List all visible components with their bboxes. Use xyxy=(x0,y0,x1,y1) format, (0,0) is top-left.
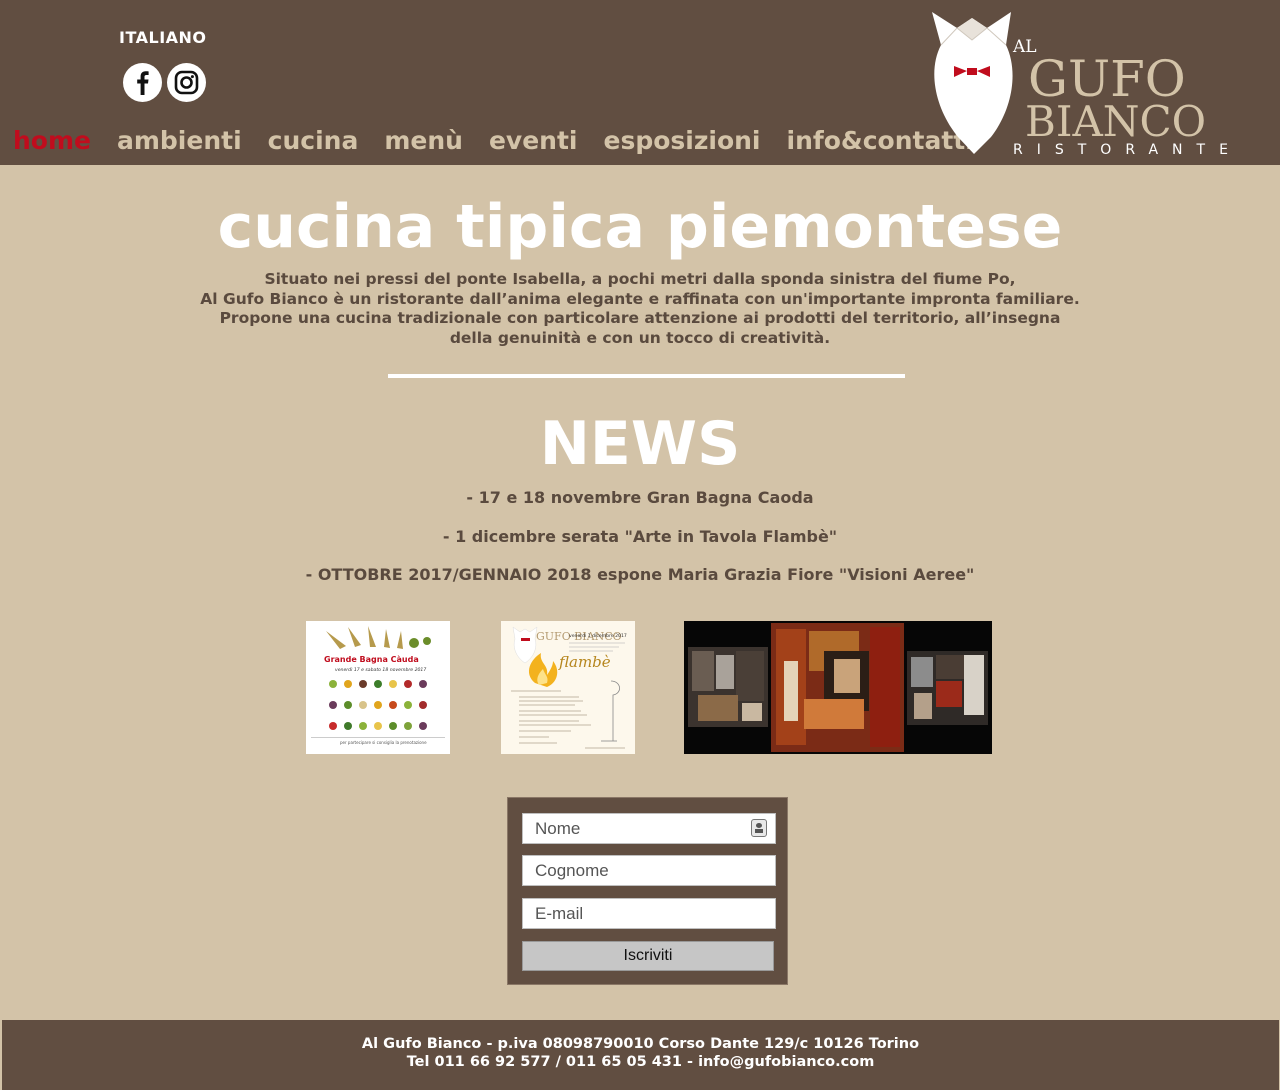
svg-text:per partecipare si consiglia l: per partecipare si consiglia la prenotaz… xyxy=(340,740,427,745)
news-thumbnail-bagna-cauda[interactable]: Grande Bagna Càuda venerdì 17 e sabato 1… xyxy=(306,621,450,754)
footer-contacts[interactable]: Tel 011 66 92 577 / 011 65 05 431 - info… xyxy=(2,1053,1279,1071)
contact-card-icon[interactable] xyxy=(751,819,767,837)
news-thumbnail-flambe[interactable]: GUFO BIANCO venerdì 1 dicembre 2017 flam… xyxy=(501,621,635,754)
email-input[interactable]: E-mail xyxy=(522,898,776,929)
nav-item-home[interactable]: home xyxy=(13,126,91,155)
intro-text: Situato nei pressi del ponte Isabella, a… xyxy=(200,270,1080,347)
nav-item-cucina[interactable]: cucina xyxy=(268,126,359,155)
site-logo[interactable]: AL GUFO BIANCO RISTORANTE xyxy=(927,10,1277,160)
news-item[interactable]: - OTTOBRE 2017/GENNAIO 2018 espone Maria… xyxy=(0,564,1280,603)
main-nav: home ambienti cucina menù eventi esposiz… xyxy=(13,126,1000,155)
page-title: cucina tipica piemontese xyxy=(217,192,1063,262)
news-title: NEWS xyxy=(539,409,741,479)
nav-item-menu[interactable]: menù xyxy=(384,126,463,155)
svg-text:venerdì 17 e sabato 18 novembr: venerdì 17 e sabato 18 novembre 2017 xyxy=(335,666,426,673)
language-selector[interactable]: ITALIANO xyxy=(119,28,207,47)
news-item[interactable]: - 17 e 18 novembre Gran Bagna Caoda xyxy=(0,487,1280,526)
cognome-input[interactable]: Cognome xyxy=(522,855,776,886)
svg-text:flambè: flambè xyxy=(558,653,611,671)
newsletter-form: Nome Cognome E-mail Iscriviti xyxy=(507,797,788,985)
subscribe-button[interactable]: Iscriviti xyxy=(522,941,774,971)
site-footer: Al Gufo Bianco - p.iva 08098790010 Corso… xyxy=(2,1020,1279,1090)
svg-text:RISTORANTE: RISTORANTE xyxy=(1013,142,1242,158)
nome-input[interactable]: Nome xyxy=(522,813,776,844)
footer-address: Al Gufo Bianco - p.iva 08098790010 Corso… xyxy=(361,1036,920,1052)
svg-text:Grande Bagna Càuda: Grande Bagna Càuda xyxy=(324,655,419,664)
nav-item-esposizioni[interactable]: esposizioni xyxy=(603,126,760,155)
svg-text:venerdì 1 dicembre 2017: venerdì 1 dicembre 2017 xyxy=(569,632,627,639)
nav-item-eventi[interactable]: eventi xyxy=(489,126,578,155)
instagram-icon[interactable] xyxy=(167,63,206,102)
section-divider xyxy=(388,374,905,378)
site-header: ITALIANO home ambienti cucina menù event… xyxy=(0,0,1280,165)
nav-item-ambienti[interactable]: ambienti xyxy=(117,126,242,155)
facebook-icon[interactable] xyxy=(123,63,162,102)
svg-text:BIANCO: BIANCO xyxy=(1025,97,1206,146)
news-thumbnail-visioni-aeree[interactable] xyxy=(684,621,992,754)
news-list: - 17 e 18 novembre Gran Bagna Caoda - 1 … xyxy=(0,487,1280,603)
news-item[interactable]: - 1 dicembre serata "Arte in Tavola Flam… xyxy=(0,526,1280,565)
